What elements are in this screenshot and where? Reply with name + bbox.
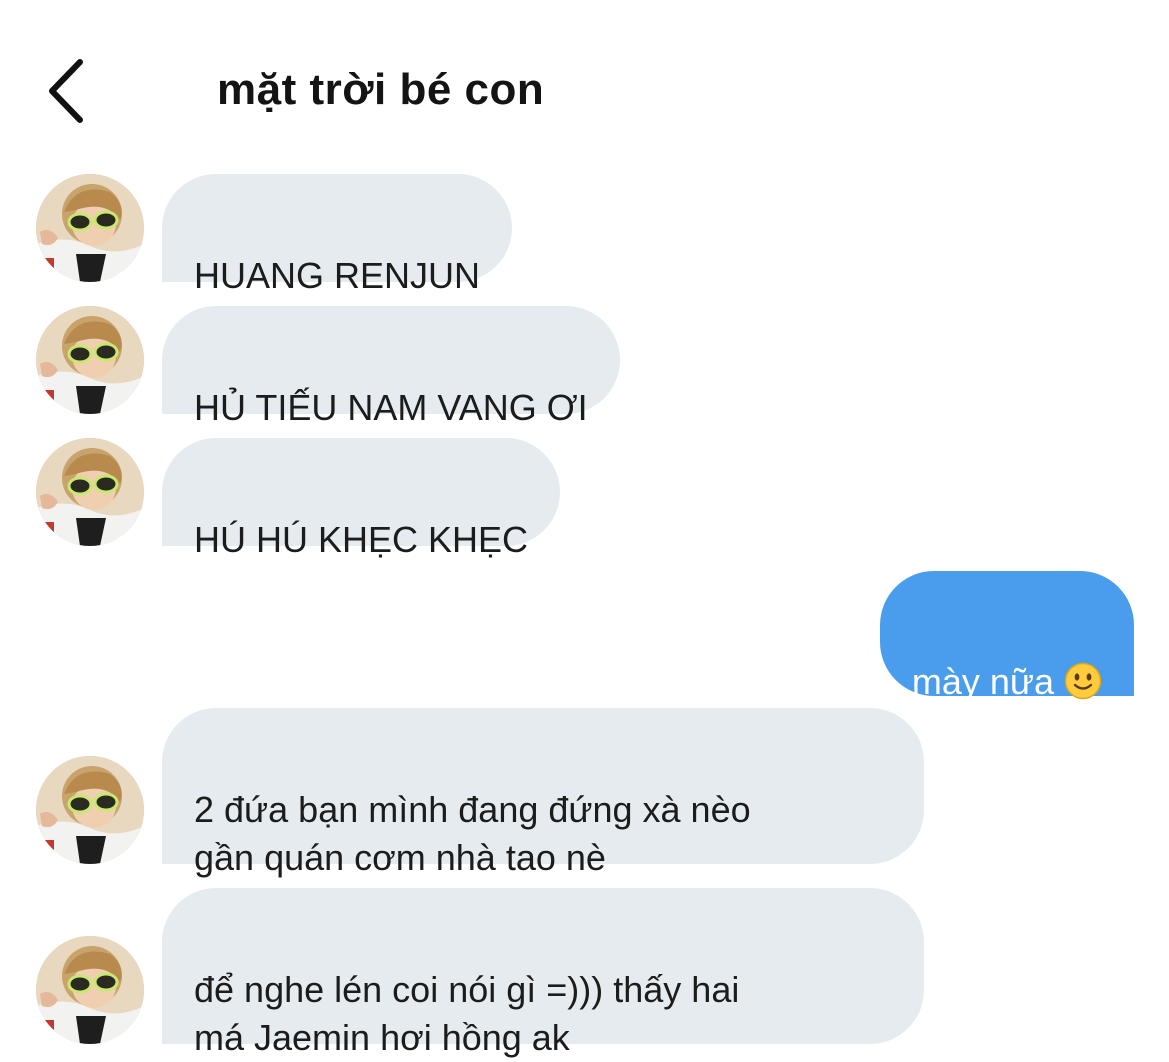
incoming-message-bubble[interactable]: 2 đứa bạn mình đang đứng xà nèo gần quán…	[162, 708, 924, 878]
incoming-message-bubble[interactable]: HUANG RENJUN	[162, 174, 513, 296]
message-text: HUANG RENJUN	[194, 255, 481, 296]
message-row: HUANG RENJUN	[0, 174, 1169, 296]
message-row: HÚ HÚ KHẸC KHẸC	[0, 438, 1169, 560]
message-row: 2 đứa bạn mình đang đứng xà nèo gần quán…	[0, 708, 1169, 878]
avatar-photo-icon	[36, 306, 144, 414]
avatar[interactable]	[36, 438, 144, 546]
avatar-photo-icon	[36, 756, 144, 864]
outgoing-message-bubble[interactable]: mày nữa	[879, 571, 1134, 702]
message-row: để nghe lén coi nói gì =))) thấy hai má …	[0, 888, 1169, 1058]
incoming-message-bubble[interactable]: HỦ TIẾU NAM VANG ƠI	[162, 306, 620, 428]
avatar[interactable]	[36, 306, 144, 414]
message-list[interactable]: HUANG RENJUN HỦ TIẾU NAM VANG ƠI HÚ HÚ K…	[0, 0, 1169, 1059]
message-text: HỦ TIẾU NAM VANG ƠI	[194, 387, 588, 428]
avatar-photo-icon	[36, 438, 144, 546]
incoming-message-bubble[interactable]: HÚ HÚ KHẸC KHẸC	[162, 438, 561, 560]
slightly-smiling-face-icon	[1064, 662, 1102, 700]
avatar-photo-icon	[36, 936, 144, 1044]
message-text: để nghe lén coi nói gì =))) thấy hai má …	[194, 969, 740, 1058]
avatar[interactable]	[36, 936, 144, 1044]
message-row: HỦ TIẾU NAM VANG ƠI	[0, 306, 1169, 428]
avatar[interactable]	[36, 756, 144, 864]
avatar[interactable]	[36, 174, 144, 282]
avatar-photo-icon	[36, 174, 144, 282]
message-row: mày nữa	[0, 571, 1169, 702]
message-text: HÚ HÚ KHẸC KHẸC	[194, 519, 529, 560]
message-text: mày nữa	[911, 661, 1054, 702]
message-text: 2 đứa bạn mình đang đứng xà nèo gần quán…	[194, 789, 751, 878]
incoming-message-bubble[interactable]: để nghe lén coi nói gì =))) thấy hai má …	[162, 888, 924, 1058]
